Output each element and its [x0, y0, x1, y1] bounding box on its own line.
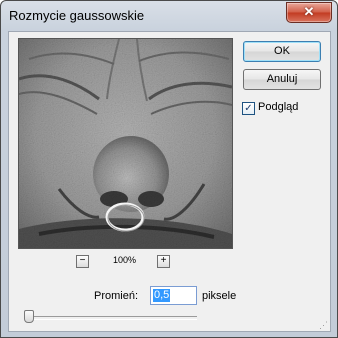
cancel-button[interactable]: Anuluj [243, 69, 321, 90]
zoom-in-button[interactable]: + [157, 255, 170, 268]
ok-button[interactable]: OK [243, 41, 321, 62]
minus-icon: − [79, 255, 86, 266]
dialog-window: Rozmycie gaussowskie ✕ − 100% + OK Anulu… [0, 0, 338, 338]
zoom-level: 100% [113, 255, 137, 265]
window-title: Rozmycie gaussowskie [9, 8, 145, 23]
close-button[interactable]: ✕ [286, 2, 332, 23]
preview-photo [19, 39, 232, 248]
preview-checkbox-label[interactable]: Podgląd [258, 101, 298, 113]
checkmark-icon: ✓ [244, 103, 253, 114]
resize-grip[interactable]: ⋰ [319, 320, 329, 330]
plus-icon: + [160, 255, 167, 266]
radius-input[interactable]: 0,5 [150, 286, 197, 305]
preview-image[interactable] [18, 38, 233, 249]
title-bar[interactable]: Rozmycie gaussowskie ✕ [1, 1, 337, 31]
dialog-client-area: − 100% + OK Anuluj ✓ Podgląd Promień: 0,… [8, 31, 331, 332]
radius-label: Promień: [94, 290, 139, 302]
close-icon: ✕ [303, 4, 315, 19]
radius-unit: piksele [202, 290, 237, 302]
zoom-out-button[interactable]: − [76, 255, 89, 268]
preview-checkbox[interactable]: ✓ [242, 102, 255, 115]
radius-value: 0,5 [153, 289, 171, 302]
radius-slider-track[interactable] [27, 316, 197, 320]
radius-slider-thumb[interactable] [24, 310, 34, 323]
